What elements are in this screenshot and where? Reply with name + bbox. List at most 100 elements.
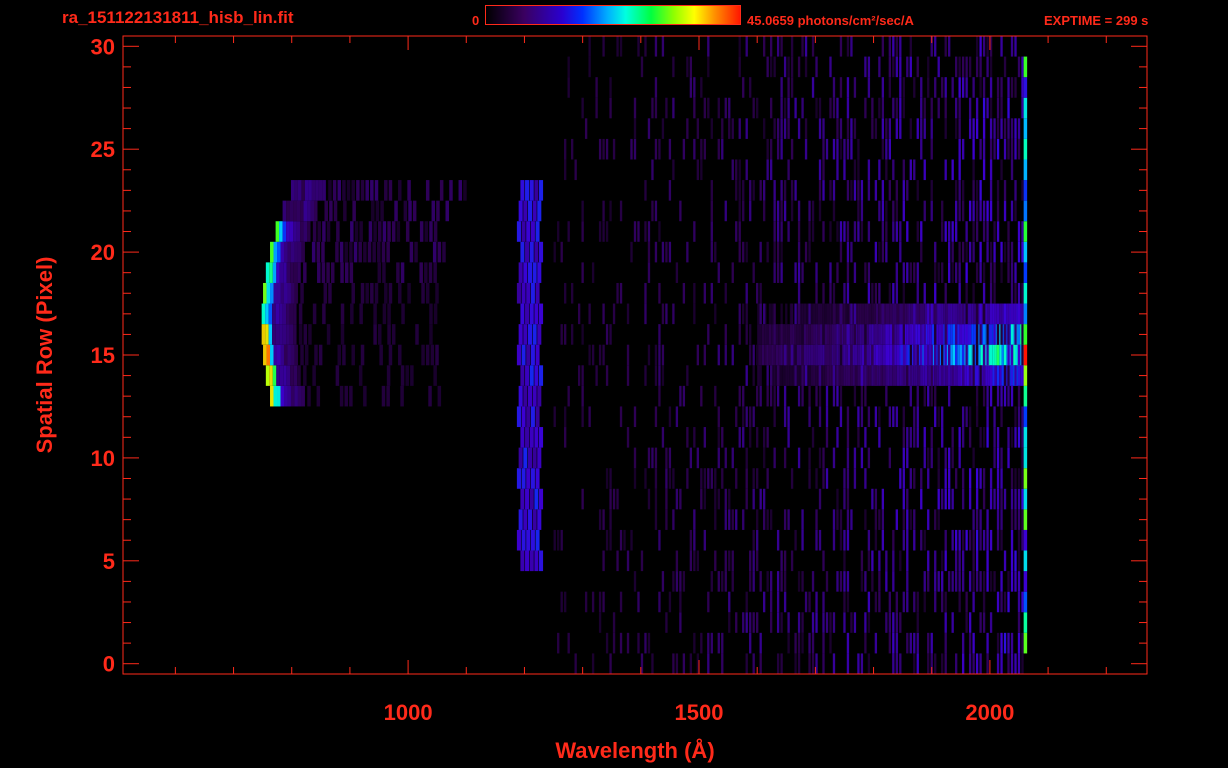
heat-cell <box>763 591 766 613</box>
heat-cell <box>783 406 787 428</box>
heat-cell <box>700 77 703 98</box>
heat-cell <box>846 427 850 448</box>
heat-cell <box>941 344 944 366</box>
heat-cell <box>878 509 881 530</box>
heat-cell <box>818 118 822 139</box>
heat-cell <box>521 529 526 551</box>
heat-cell <box>825 385 829 407</box>
heat-cell <box>768 324 772 345</box>
heat-cell <box>808 385 811 407</box>
heat-cell <box>1014 550 1017 572</box>
heat-cell <box>989 324 993 345</box>
heat-cell <box>965 241 968 263</box>
heat-cell <box>567 221 570 242</box>
heat-cell <box>948 36 951 57</box>
heat-cell <box>917 324 921 345</box>
heat-cell <box>822 365 825 386</box>
heat-cell <box>892 282 895 304</box>
heat-cell <box>633 406 637 428</box>
heat-cell <box>675 262 679 283</box>
heat-cell <box>934 262 937 283</box>
heat-cell <box>421 344 425 366</box>
heat-cell <box>268 303 273 325</box>
heat-cell <box>989 118 993 139</box>
heat-cell <box>717 571 720 592</box>
heat-cell <box>717 632 720 654</box>
heat-cell <box>532 262 537 283</box>
heat-cell <box>782 365 786 386</box>
heat-cell <box>633 571 637 592</box>
heat-cell <box>277 241 281 263</box>
heat-cell <box>523 509 528 530</box>
heat-cell <box>367 241 372 263</box>
heat-cell <box>672 159 675 181</box>
heat-cell <box>665 488 668 510</box>
heat-cell <box>756 97 759 119</box>
heat-cell <box>902 591 905 613</box>
heat-cell <box>822 138 825 160</box>
heat-cell <box>707 591 710 613</box>
heat-cell <box>265 324 269 345</box>
heat-cell <box>609 529 612 551</box>
heat-cell <box>987 365 990 386</box>
heat-cell <box>1023 632 1028 654</box>
y-axis-title: Spatial Row (Pixel) <box>32 257 57 454</box>
heat-cell <box>937 262 940 283</box>
heat-cell <box>913 324 916 345</box>
heat-cell <box>386 385 390 407</box>
heat-cell <box>275 303 280 325</box>
heat-cell <box>626 632 630 654</box>
heat-cell <box>850 509 853 530</box>
heat-cell <box>619 591 623 613</box>
heat-cell <box>958 282 961 304</box>
heat-cell <box>797 612 801 633</box>
heat-cell <box>769 138 773 160</box>
heat-cell <box>993 488 996 510</box>
heat-cell <box>773 221 776 242</box>
heat-cell <box>1023 200 1028 222</box>
heat-cell <box>944 632 947 654</box>
heat-cell <box>581 406 584 428</box>
heat-cell <box>731 262 734 283</box>
heat-cell <box>326 221 331 242</box>
heat-cell <box>1014 180 1017 201</box>
heat-cell <box>602 344 605 366</box>
heat-cell <box>693 632 696 654</box>
heat-cell <box>307 221 311 242</box>
heat-cell <box>1007 427 1010 448</box>
heat-cell <box>951 488 954 510</box>
heat-cell <box>829 262 832 283</box>
heat-cell <box>829 56 832 78</box>
heat-cell <box>776 591 780 613</box>
heat-cell <box>328 180 332 201</box>
heat-cell <box>775 344 779 366</box>
heat-cell <box>864 97 867 119</box>
heat-cell <box>941 653 944 674</box>
heat-cell <box>1007 138 1010 160</box>
heat-cell <box>523 262 528 283</box>
heat-cell <box>982 591 986 613</box>
heat-cell <box>955 365 958 386</box>
heat-cell <box>679 488 682 510</box>
heat-cell <box>993 118 996 139</box>
heat-cell <box>930 118 933 139</box>
heat-cell <box>832 97 836 119</box>
heat-cell <box>843 344 846 366</box>
heat-cell <box>290 344 295 366</box>
heat-cell <box>971 324 974 345</box>
heat-cell <box>300 221 304 242</box>
heat-cell <box>783 550 787 572</box>
heat-cell <box>892 550 895 572</box>
heat-cell <box>668 406 672 428</box>
heat-cell <box>337 180 342 201</box>
heat-cell <box>742 612 745 633</box>
heat-cell <box>525 550 530 572</box>
heat-cell <box>1010 262 1014 283</box>
heat-cell <box>930 303 933 325</box>
heat-cell <box>332 180 337 201</box>
heat-cell <box>937 509 940 530</box>
heat-cell <box>996 180 1000 201</box>
heat-cell <box>909 509 912 530</box>
heat-cell <box>790 180 794 201</box>
heat-cell <box>850 241 853 263</box>
